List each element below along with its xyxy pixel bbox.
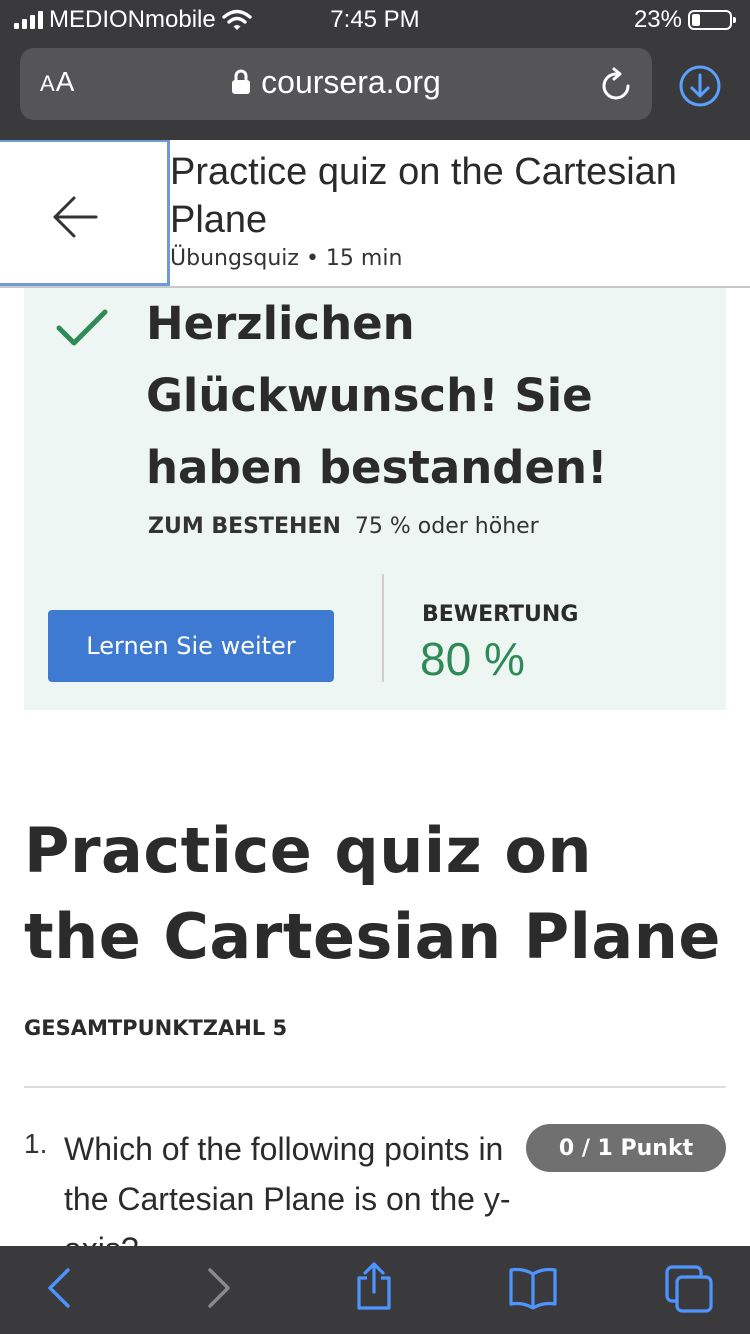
quiz-meta: Übungsquiz • 15 min (170, 246, 403, 271)
url-text: coursera.org (261, 64, 441, 100)
grade-label: BEWERTUNG (422, 602, 579, 627)
result-panel: Herzlichen Glückwunsch! Sie haben bestan… (24, 288, 726, 710)
total-points: GESAMTPUNKTZAHL 5 (24, 1016, 288, 1040)
divider (24, 1086, 726, 1088)
tabs-icon[interactable] (664, 1264, 714, 1314)
reload-icon[interactable] (600, 66, 634, 102)
pass-requirement: ZUM BESTEHEN 75 % oder höher (148, 514, 539, 539)
pass-value: 75 % oder höher (354, 514, 539, 539)
browser-toolbar (0, 1246, 750, 1334)
battery-percent: 23% (633, 6, 682, 33)
share-icon[interactable] (354, 1260, 394, 1312)
continue-button[interactable]: Lernen Sie weiter (48, 610, 334, 682)
course-header: Practice quiz on the Cartesian Plane Übu… (0, 140, 750, 288)
battery-icon (688, 10, 736, 30)
browser-chrome: MEDIONmobile 7:45 PM 23% AA coursera.org (0, 0, 750, 140)
grade-value: 80 % (420, 633, 525, 685)
back-icon[interactable] (44, 1266, 74, 1310)
page-title: Practice quiz on the Cartesian Plane (170, 151, 677, 241)
back-button[interactable] (0, 140, 170, 286)
question-number: 1. (24, 1128, 48, 1159)
check-icon (56, 309, 108, 346)
arrow-left-icon (53, 196, 98, 238)
lock-icon (232, 69, 251, 94)
forward-icon[interactable] (204, 1266, 234, 1310)
bookmarks-icon[interactable] (508, 1266, 558, 1310)
congrats-message: Herzlichen Glückwunsch! Sie haben bestan… (146, 297, 608, 494)
quiz-title: Practice quiz on the Cartesian Plane (24, 814, 721, 973)
address-bar[interactable]: AA coursera.org (20, 48, 652, 120)
status-battery: 23% (633, 6, 736, 34)
pass-label: ZUM BESTEHEN (148, 514, 341, 539)
url-display[interactable]: coursera.org (20, 64, 652, 101)
divider (382, 574, 384, 682)
download-icon[interactable] (678, 64, 722, 108)
points-badge: 0 / 1 Punkt (526, 1124, 726, 1172)
